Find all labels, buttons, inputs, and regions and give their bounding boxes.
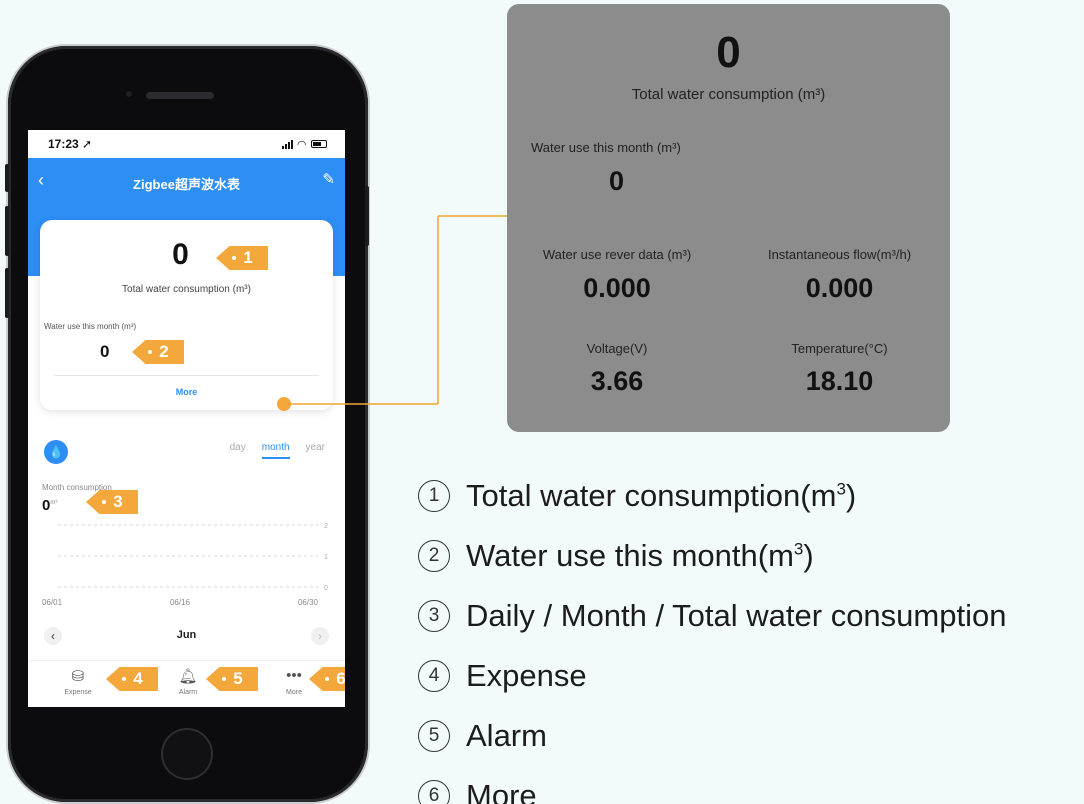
detail-total-value: 0 <box>716 28 741 77</box>
legend-item: 6 More <box>418 766 1006 804</box>
detail-month-label: Water use this month (m³) <box>531 140 681 155</box>
legend-text: Water use this month(m3) <box>466 538 814 574</box>
legend-number: 2 <box>418 540 450 572</box>
detail-reverse-label: Water use rever data (m³) <box>542 247 692 262</box>
legend-text: More <box>466 778 537 804</box>
legend-text-sup: 3 <box>836 479 846 499</box>
legend-text: Expense <box>466 658 587 693</box>
legend-number: 4 <box>418 660 450 692</box>
legend-text-main: Water use this month(m <box>466 538 794 573</box>
legend-text: Alarm <box>466 718 547 753</box>
detail-temperature-label: Temperature(°C) <box>791 341 888 356</box>
more-details-panel: 0 Total water consumption (m³) Water use… <box>507 4 950 432</box>
legend-text-tail: ) <box>845 478 857 513</box>
legend-item: 1 Total water consumption(m3) <box>418 466 1006 526</box>
detail-voltage-value: 3.66 <box>590 366 644 396</box>
detail-month-value: 0 <box>609 166 625 196</box>
legend-item: 3 Daily / Month / Total water consumptio… <box>418 586 1006 646</box>
detail-flow-label: Instantaneous flow(m³/h) <box>767 247 912 262</box>
detail-voltage-label: Voltage(V) <box>586 341 648 356</box>
callout-legend: 1 Total water consumption(m3) 2 Water us… <box>418 466 1006 804</box>
legend-number: 1 <box>418 480 450 512</box>
detail-reverse-value: 0.000 <box>583 273 651 303</box>
detail-temperature-value: 18.10 <box>805 366 874 396</box>
legend-number: 3 <box>418 600 450 632</box>
detail-flow-value: 0.000 <box>805 273 874 303</box>
legend-item: 2 Water use this month(m3) <box>418 526 1006 586</box>
legend-item: 4 Expense <box>418 646 1006 706</box>
legend-text: Total water consumption(m3) <box>466 478 856 514</box>
legend-text-tail: ) <box>803 538 814 573</box>
legend-text-sup: 3 <box>793 539 804 559</box>
connector-dot <box>277 397 291 411</box>
legend-text-main: Total water consumption(m <box>466 478 837 513</box>
legend-number: 6 <box>418 780 450 804</box>
legend-number: 5 <box>418 720 450 752</box>
legend-item: 5 Alarm <box>418 706 1006 766</box>
legend-text: Daily / Month / Total water consumption <box>466 598 1007 633</box>
detail-total-label: Total water consumption (m³) <box>631 86 826 103</box>
